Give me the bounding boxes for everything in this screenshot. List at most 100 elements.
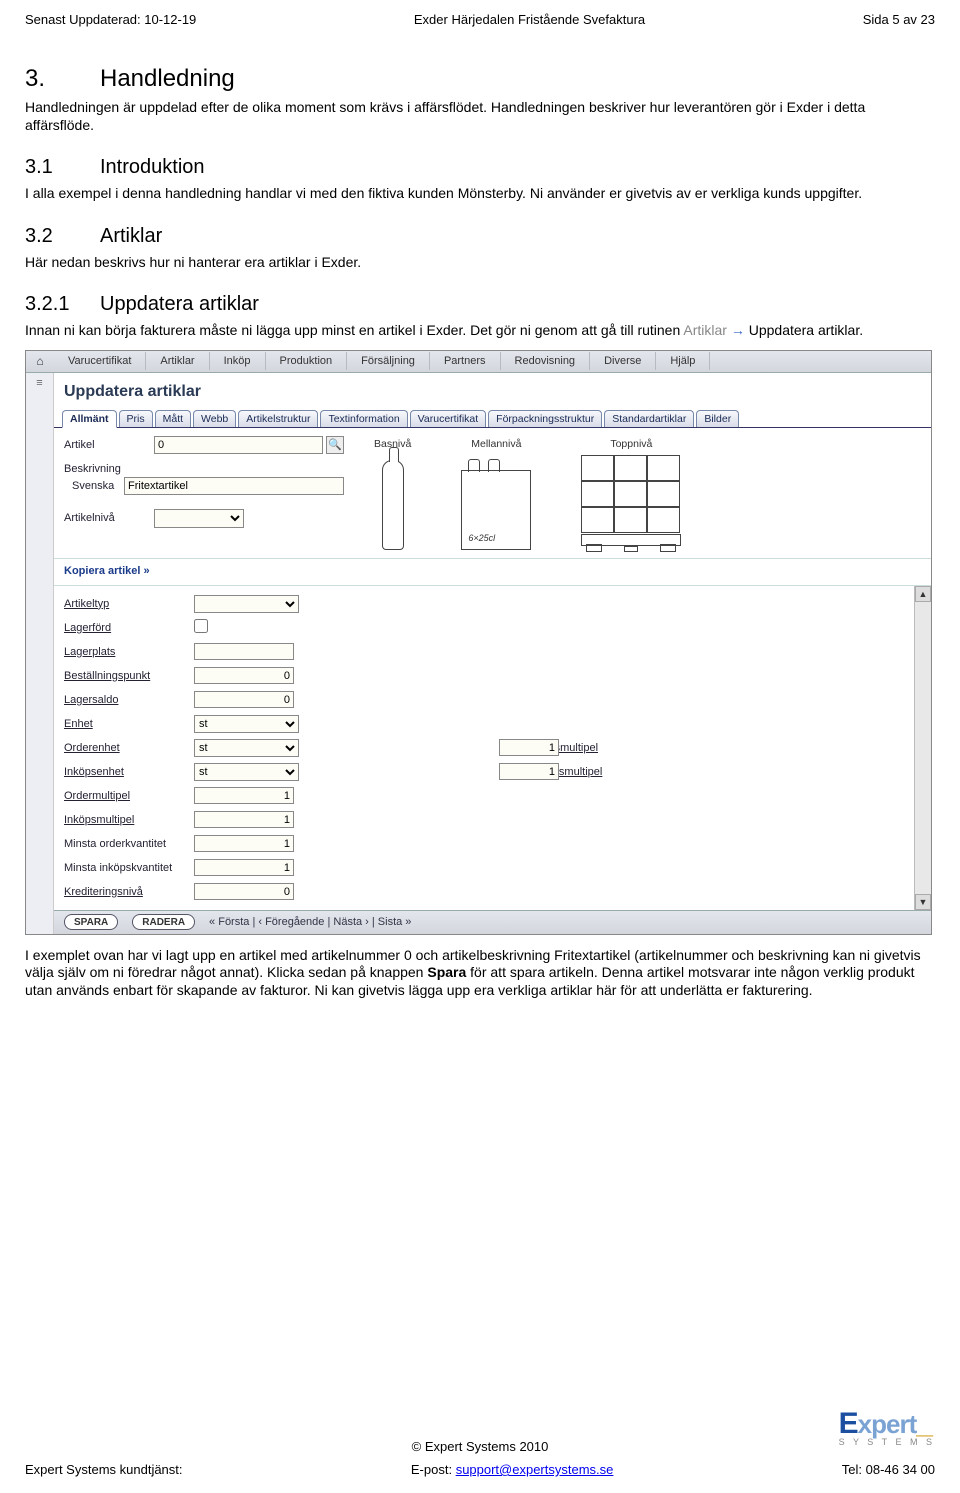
row-inköpsenhet: InköpsenhetstInköpsenhetsmultipel <box>54 760 914 784</box>
label-krediteringsnivå: Krediteringsnivå <box>54 886 194 898</box>
svenska-input[interactable] <box>124 477 344 495</box>
field-beställningspunkt[interactable] <box>194 667 294 684</box>
heading-3: 3.Handledning <box>25 65 935 93</box>
tab-allmänt[interactable]: Allmänt <box>62 410 117 428</box>
row-lagerplats: Lagerplats <box>54 640 914 664</box>
menu-artiklar[interactable]: Artiklar <box>146 352 209 370</box>
tab-standardartiklar[interactable]: Standardartiklar <box>604 410 694 427</box>
header-right: Sida 5 av 23 <box>863 12 935 27</box>
para-intro: Handledningen är uppdelad efter de olika… <box>25 99 935 134</box>
menu-partners[interactable]: Partners <box>430 352 501 370</box>
field-inköpsenhet[interactable]: st <box>194 763 299 781</box>
artikel-input[interactable] <box>154 436 323 454</box>
heading-3-2-num: 3.2 <box>25 225 100 248</box>
scroll-up-icon[interactable]: ▲ <box>915 586 931 602</box>
menu-diverse[interactable]: Diverse <box>590 352 656 370</box>
tab-förpackningsstruktur[interactable]: Förpackningsstruktur <box>488 410 602 427</box>
tab-textinformation[interactable]: Textinformation <box>320 410 407 427</box>
heading-3-num: 3. <box>25 65 100 93</box>
field-artikeltyp[interactable] <box>194 595 299 613</box>
menu-varucertifikat[interactable]: Varucertifikat <box>54 352 146 370</box>
heading-3-1-title: Introduktion <box>100 156 205 178</box>
heading-3-1-num: 3.1 <box>25 156 100 179</box>
artikel-label: Artikel <box>64 439 154 451</box>
radera-button[interactable]: RADERA <box>132 914 195 930</box>
arrow-icon: → <box>727 322 749 338</box>
menu-inköp[interactable]: Inköp <box>210 352 266 370</box>
row-minsta-orderkvantitet: Minsta orderkvantitet <box>54 832 914 856</box>
search-icon[interactable]: 🔍 <box>326 436 344 454</box>
heading-3-2-1-num: 3.2.1 <box>25 293 100 316</box>
label-ordermultipel: Ordermultipel <box>54 790 194 802</box>
para-after-screenshot: I exemplet ovan har vi lagt upp en artik… <box>25 947 935 1000</box>
row-enhet: Enhetst <box>54 712 914 736</box>
footer-right: Tel: 08-46 34 00 <box>842 1462 935 1477</box>
row-krediteringsnivå: Krediteringsnivå <box>54 880 914 904</box>
para-3-2-1: Innan ni kan börja fakturera måste ni lä… <box>25 322 935 340</box>
heading-3-2-title: Artiklar <box>100 225 162 247</box>
sixpack-icon: 6×25cl <box>461 470 531 550</box>
header-center: Exder Härjedalen Fristående Svefaktura <box>414 12 645 27</box>
menu-redovisning[interactable]: Redovisning <box>501 352 591 370</box>
label-lagerförd: Lagerförd <box>54 622 194 634</box>
footer-email-label: E-post: <box>411 1462 456 1477</box>
kopiera-artikel-link[interactable]: Kopiera artikel » <box>54 558 931 586</box>
footer-center: E-post: support@expertsystems.se <box>411 1462 614 1477</box>
row-artikeltyp: Artikeltyp <box>54 592 914 616</box>
footer-email-link[interactable]: support@expertsystems.se <box>456 1462 614 1477</box>
scrollbar[interactable]: ▲ ▼ <box>914 586 931 910</box>
artikelniva-label: Artikelnivå <box>64 512 154 524</box>
field-lagerförd[interactable] <box>194 619 208 633</box>
field-enhet[interactable]: st <box>194 715 299 733</box>
label-inköpsmultipel: Inköpsmultipel <box>54 814 194 826</box>
field-orderenhetsmultipel[interactable] <box>499 739 559 756</box>
field-minsta-orderkvantitet[interactable] <box>194 835 294 852</box>
menu-produktion[interactable]: Produktion <box>266 352 348 370</box>
para-3-1: I alla exempel i denna handledning handl… <box>25 185 935 203</box>
mellanniva-label: Mellannivå <box>461 438 531 450</box>
tab-mått[interactable]: Mått <box>155 410 191 427</box>
beskrivning-label: Beskrivning <box>64 463 154 475</box>
heading-3-title: Handledning <box>100 65 235 92</box>
label-orderenhetsmultipel: Orderenhetsmultipel <box>299 742 499 754</box>
menubar: ⌂ VarucertifikatArtiklarInköpProduktionF… <box>26 351 931 373</box>
heading-3-2-1: 3.2.1Uppdatera artiklar <box>25 293 935 316</box>
artiklar-link-text: Artiklar <box>683 322 727 338</box>
label-inköpsenhetsmultipel: Inköpsenhetsmultipel <box>299 766 499 778</box>
field-lagersaldo[interactable] <box>194 691 294 708</box>
tab-webb[interactable]: Webb <box>193 410 236 427</box>
field-inköpsenhetsmultipel[interactable] <box>499 763 559 780</box>
pallet-icon <box>581 455 681 550</box>
heading-3-2: 3.2Artiklar <box>25 225 935 248</box>
tab-pris[interactable]: Pris <box>119 410 153 427</box>
label-enhet: Enhet <box>54 718 194 730</box>
panel-title: Uppdatera artiklar <box>54 373 931 409</box>
label-orderenhet: Orderenhet <box>54 742 194 754</box>
record-nav-links[interactable]: « Första | ‹ Föregående | Nästa › | Sist… <box>209 916 411 928</box>
artikelniva-select[interactable] <box>154 509 244 528</box>
field-inköpsmultipel[interactable] <box>194 811 294 828</box>
footer-left: Expert Systems kundtjänst: <box>25 1462 183 1477</box>
sixpack-label: 6×25cl <box>468 533 495 543</box>
tab-artikelstruktur[interactable]: Artikelstruktur <box>238 410 318 427</box>
tab-varucertifikat[interactable]: Varucertifikat <box>410 410 487 427</box>
bottle-icon <box>382 460 404 550</box>
field-krediteringsnivå[interactable] <box>194 883 294 900</box>
label-inköpsenhet: Inköpsenhet <box>54 766 194 778</box>
left-icon-bar: ≡ <box>26 373 54 934</box>
home-icon[interactable]: ⌂ <box>26 354 54 368</box>
menu-hjälp[interactable]: Hjälp <box>656 352 710 370</box>
field-orderenhet[interactable]: st <box>194 739 299 757</box>
field-lagerplats[interactable] <box>194 643 294 660</box>
tab-bilder[interactable]: Bilder <box>696 410 739 427</box>
exder-screenshot: ⌂ VarucertifikatArtiklarInköpProduktionF… <box>25 350 932 935</box>
label-lagerplats: Lagerplats <box>54 646 194 658</box>
menu-försäljning[interactable]: Försäljning <box>347 352 430 370</box>
scroll-down-icon[interactable]: ▼ <box>915 894 931 910</box>
row-minsta-inköpskvantitet: Minsta inköpskvantitet <box>54 856 914 880</box>
spara-bold: Spara <box>427 964 466 980</box>
label-minsta-inköpskvantitet: Minsta inköpskvantitet <box>54 862 194 874</box>
field-ordermultipel[interactable] <box>194 787 294 804</box>
field-minsta-inköpskvantitet[interactable] <box>194 859 294 876</box>
spara-button[interactable]: SPARA <box>64 914 118 930</box>
